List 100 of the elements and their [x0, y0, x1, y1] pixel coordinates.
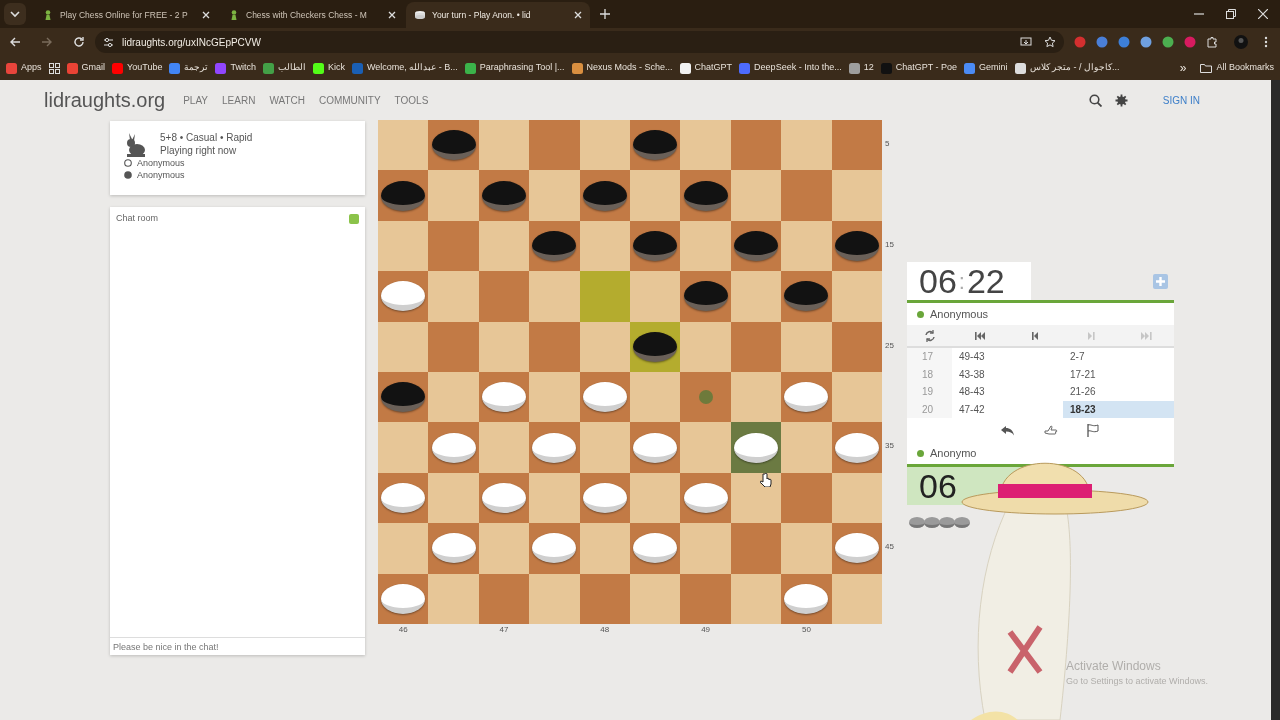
search-icon[interactable] — [1088, 93, 1102, 107]
browser-tab[interactable]: Your turn - Play Anon. • lid — [406, 2, 590, 28]
bookmark[interactable]: Kick — [312, 61, 345, 75]
board-square[interactable] — [680, 271, 731, 322]
board-square[interactable] — [730, 422, 782, 473]
back-icon[interactable] — [9, 36, 21, 48]
bookmark[interactable]: Welcome, عبدالله - B... — [351, 61, 458, 75]
draughts-piece[interactable] — [633, 231, 678, 261]
hand-icon[interactable] — [1043, 423, 1058, 437]
board-square[interactable] — [529, 220, 580, 272]
nav-link[interactable]: TOOLS — [394, 92, 429, 108]
board-square[interactable] — [680, 170, 731, 221]
bookmark[interactable]: Paraphrasing Tool |... — [464, 61, 565, 75]
close-icon[interactable] — [202, 11, 210, 19]
bookmark[interactable]: الطالب — [262, 61, 306, 75]
site-logo[interactable]: lidraughts.org — [44, 85, 166, 115]
bookmark[interactable]: Apps — [6, 61, 42, 75]
flip-board-icon[interactable] — [923, 329, 936, 342]
draughts-piece[interactable] — [381, 180, 426, 211]
close-icon[interactable] — [388, 11, 396, 19]
move-cell[interactable]: 17-21 — [1063, 365, 1174, 383]
extension-icon[interactable] — [1096, 36, 1108, 48]
board-square[interactable] — [630, 321, 681, 372]
menu-icon[interactable] — [1264, 36, 1268, 48]
move-cell[interactable]: 43-38 — [952, 365, 1063, 383]
close-icon[interactable] — [574, 11, 582, 19]
draughts-piece[interactable] — [381, 382, 426, 413]
board-square[interactable] — [781, 271, 832, 322]
flag-icon[interactable] — [1086, 423, 1101, 437]
more-bookmarks-button[interactable]: » — [1179, 59, 1187, 77]
draughts-piece[interactable] — [633, 130, 678, 161]
browser-tab[interactable]: Chess with Checkers Chess - M — [220, 2, 404, 28]
extension-icon[interactable] — [1162, 36, 1174, 48]
move-cell[interactable]: 21-26 — [1063, 383, 1174, 401]
bookmark[interactable]: Gmail — [66, 61, 106, 75]
bookmark[interactable]: Twitch — [215, 61, 256, 75]
bookmark[interactable]: DeepSeek - Into the... — [739, 61, 842, 75]
move-cell[interactable]: 2-7 — [1063, 348, 1174, 366]
install-icon[interactable] — [1020, 36, 1032, 48]
settings-icon[interactable] — [1114, 93, 1128, 107]
restore-icon[interactable] — [1226, 9, 1236, 19]
tab-search-button[interactable] — [4, 3, 26, 25]
draughts-piece[interactable] — [734, 231, 778, 261]
board-square[interactable] — [428, 120, 479, 171]
bookmark[interactable]: ترجمة — [169, 61, 209, 75]
board-square[interactable] — [478, 170, 530, 221]
bookmark[interactable]: Nexus Mods - Sche... — [571, 61, 673, 75]
extension-icon[interactable] — [1184, 36, 1196, 48]
extension-icon[interactable] — [1118, 36, 1130, 48]
draughts-piece[interactable] — [784, 281, 829, 312]
profile-avatar-icon[interactable] — [1234, 35, 1248, 49]
nav-link[interactable]: LEARN — [222, 92, 256, 108]
extension-icon[interactable] — [1074, 36, 1086, 48]
grid-icon[interactable] — [48, 62, 60, 74]
move-cell[interactable]: 48-43 — [952, 383, 1063, 401]
site-settings-icon[interactable] — [103, 36, 114, 48]
move-cell[interactable]: 47-42 — [952, 400, 1063, 418]
board-square[interactable] — [378, 170, 429, 221]
extension-icon[interactable] — [1140, 36, 1152, 48]
draughts-piece[interactable] — [582, 180, 627, 211]
board-square[interactable] — [630, 220, 681, 272]
reload-icon[interactable] — [73, 36, 85, 48]
browser-tab[interactable]: Play Chess Online for FREE - 2 P — [34, 2, 218, 28]
draughts-piece[interactable] — [431, 130, 476, 161]
draughts-piece[interactable] — [633, 331, 678, 362]
move-cell[interactable]: 18-23 — [1063, 400, 1174, 418]
nav-link[interactable]: COMMUNITY — [318, 92, 381, 108]
draughts-piece[interactable] — [834, 231, 879, 261]
close-icon[interactable] — [1258, 9, 1268, 19]
puzzle-icon[interactable] — [1206, 36, 1218, 48]
board-coordinate: 46 — [398, 624, 408, 636]
board-square[interactable] — [630, 120, 681, 171]
bookmark[interactable]: YouTube — [112, 61, 163, 75]
board-coordinate: 45 — [885, 541, 894, 554]
curved-arrow-icon[interactable] — [1000, 423, 1015, 437]
bookmark[interactable]: ChatGPT — [679, 61, 733, 75]
sign-in-link[interactable]: SIGN IN — [1162, 92, 1200, 108]
draughts-piece[interactable] — [532, 231, 577, 261]
draughts-piece[interactable] — [482, 180, 526, 211]
nav-link[interactable]: PLAY — [183, 92, 209, 108]
draughts-piece[interactable] — [683, 281, 728, 312]
draughts-piece[interactable] — [683, 180, 728, 211]
new-tab-icon[interactable] — [600, 9, 610, 19]
move-cell[interactable]: 49-43 — [952, 348, 1063, 366]
chat-input-field[interactable]: Please be nice in the chat! — [110, 637, 365, 655]
address-bar[interactable]: lidraughts.org/uxINcGEpPCVW — [95, 31, 1064, 53]
all-bookmarks-button[interactable]: All Bookmarks — [1200, 61, 1274, 75]
star-icon[interactable] — [1044, 36, 1056, 48]
bookmark[interactable]: Gemini — [964, 61, 1008, 75]
board-square[interactable] — [378, 372, 429, 423]
chat-toggle[interactable] — [349, 213, 359, 224]
nav-link[interactable]: WATCH — [269, 92, 305, 108]
forward-icon[interactable] — [41, 36, 53, 48]
bookmark[interactable]: ChatGPT - Poe — [880, 61, 958, 75]
first-move-icon[interactable] — [973, 329, 986, 342]
board-square[interactable] — [579, 170, 630, 221]
board-square[interactable] — [831, 220, 882, 272]
bookmark[interactable]: كاجوال / - متجر كلاس... — [1014, 61, 1120, 75]
board-square[interactable] — [730, 220, 782, 272]
bookmark[interactable]: 12 — [848, 61, 874, 75]
